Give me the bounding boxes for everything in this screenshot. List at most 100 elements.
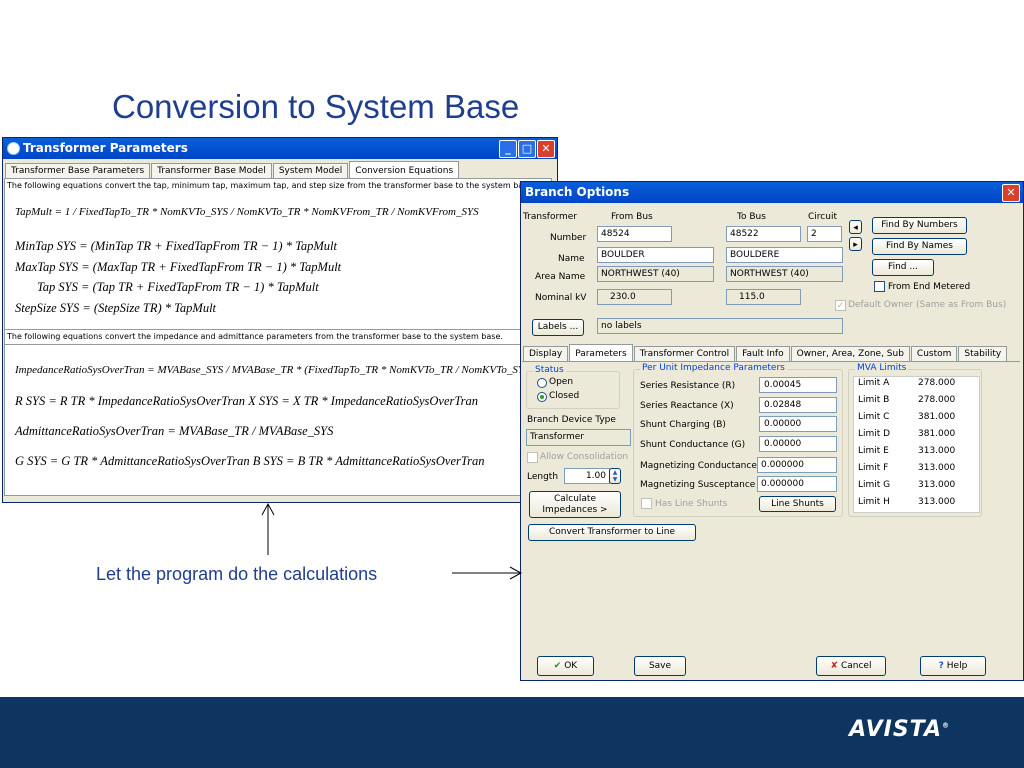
- tab-owner-area-zone-sub[interactable]: Owner, Area, Zone, Sub: [790, 346, 910, 361]
- limit-g-value[interactable]: 313.000: [918, 480, 955, 490]
- limit-f-value[interactable]: 313.000: [918, 463, 955, 473]
- to-nominal-kv-field: 115.0: [726, 289, 801, 305]
- to-bus-number-field[interactable]: 48522: [726, 226, 801, 242]
- tap-conversion-note: The following equations convert the tap,…: [7, 181, 522, 190]
- maximize-icon[interactable]: □: [518, 140, 536, 158]
- convert-transformer-to-line-button[interactable]: Convert Transformer to Line: [528, 524, 696, 541]
- length-label: Length: [527, 472, 559, 482]
- up-arrow-head: [261, 502, 275, 516]
- tab-parameters[interactable]: Parameters: [569, 344, 633, 361]
- status-open-label: Open: [549, 377, 574, 387]
- from-bus-number-field[interactable]: 48524: [597, 226, 672, 242]
- series-reactance-field[interactable]: 0.02848: [759, 397, 837, 413]
- question-icon: ?: [938, 661, 944, 671]
- length-field[interactable]: 1.00: [564, 468, 610, 484]
- from-end-metered-label: From End Metered: [888, 282, 971, 292]
- limit-f-label: Limit F: [858, 463, 889, 473]
- branch-tabs: Display Parameters Transformer Control Faul…: [523, 343, 1008, 361]
- transformer-tabs: Transformer Base Parameters Transformer B…: [5, 160, 460, 178]
- tab-conversion-equations[interactable]: Conversion Equations: [349, 161, 460, 178]
- next-branch-button[interactable]: ▸: [849, 237, 862, 251]
- limit-h-value[interactable]: 313.000: [918, 497, 955, 507]
- limit-e-label: Limit E: [858, 446, 889, 456]
- shunt-conductance-field[interactable]: 0.00000: [759, 436, 837, 452]
- limit-a-value[interactable]: 278.000: [918, 378, 955, 388]
- magnetizing-conductance-field[interactable]: 0.000000: [757, 457, 837, 473]
- from-end-metered-checkbox[interactable]: [874, 281, 885, 292]
- labels-button[interactable]: Labels ...: [532, 319, 584, 336]
- tab-custom[interactable]: Custom: [910, 346, 958, 361]
- ok-button[interactable]: ✔ OK: [537, 656, 594, 676]
- calculate-label-line1: Calculate: [553, 494, 597, 504]
- tab-transformer-control[interactable]: Transformer Control: [633, 346, 736, 361]
- cancel-button[interactable]: ✘ Cancel: [816, 656, 886, 676]
- equation-mintap: MinTap SYS = (MinTap TR + FixedTapFrom T…: [15, 239, 337, 253]
- footer-bar: AVISTA®: [0, 697, 1024, 768]
- shunt-charging-field[interactable]: 0.00000: [759, 416, 837, 432]
- to-bus-name-field[interactable]: BOULDERE: [726, 247, 843, 263]
- app-icon: [7, 142, 20, 155]
- allow-consolidation-checkbox: [527, 452, 538, 463]
- prev-branch-button[interactable]: ◂: [849, 220, 862, 234]
- default-owner-label: Default Owner (Same as From Bus): [848, 300, 1007, 310]
- limit-h-label: Limit H: [858, 497, 890, 507]
- logo-text: AVISTA: [849, 717, 942, 742]
- find-by-numbers-button[interactable]: Find By Numbers: [872, 217, 967, 234]
- find-by-names-button[interactable]: Find By Names: [872, 238, 967, 255]
- slide-title: Conversion to System Base: [112, 88, 520, 125]
- tab-stability[interactable]: Stability: [958, 346, 1008, 361]
- calculate-label-line2: Impedances >: [542, 505, 608, 515]
- has-line-shunts-label: Has Line Shunts: [655, 499, 728, 509]
- from-bus-header: From Bus: [611, 212, 653, 222]
- tab-system-model[interactable]: System Model: [272, 163, 349, 178]
- status-open-radio[interactable]: [537, 378, 547, 388]
- limit-b-value[interactable]: 278.000: [918, 395, 955, 405]
- length-spinner[interactable]: ▲ ▼: [609, 468, 621, 484]
- from-bus-name-field[interactable]: BOULDER: [597, 247, 714, 263]
- magnetizing-susceptance-field[interactable]: 0.000000: [757, 476, 837, 492]
- equation-g-b: G SYS = G TR * AdmittanceRatioSysOverTra…: [15, 454, 485, 468]
- limit-b-label: Limit B: [858, 395, 890, 405]
- equation-maxtap: MaxTap SYS = (MaxTap TR + FixedTapFrom T…: [15, 260, 342, 274]
- from-nominal-kv-field: 230.0: [597, 289, 672, 305]
- series-reactance-label: Series Reactance (X): [640, 401, 734, 411]
- allow-consolidation-label: Allow Consolidation: [540, 452, 629, 462]
- branch-window-titlebar[interactable]: Branch Options ✕: [521, 182, 1023, 203]
- cancel-label: Cancel: [840, 661, 872, 671]
- tab-fault-info[interactable]: Fault Info: [736, 346, 790, 361]
- magnetizing-susceptance-label: Magnetizing Susceptance: [640, 480, 756, 490]
- limit-d-value[interactable]: 381.000: [918, 429, 955, 439]
- has-line-shunts-checkbox: [641, 498, 652, 509]
- to-bus-header: To Bus: [737, 212, 766, 222]
- tab-display[interactable]: Display: [523, 346, 569, 361]
- close-icon[interactable]: ✕: [537, 140, 555, 158]
- transformer-window-title: Transformer Parameters: [23, 141, 188, 155]
- shunt-conductance-label: Shunt Conductance (G): [640, 440, 746, 450]
- limit-e-value[interactable]: 313.000: [918, 446, 955, 456]
- equation-tap: Tap SYS = (Tap TR + FixedTapFrom TR − 1)…: [37, 280, 319, 294]
- branch-device-type-label: Branch Device Type: [527, 415, 616, 425]
- calculate-impedances-button[interactable]: Calculate Impedances >: [529, 491, 621, 518]
- branch-device-type-field: Transformer: [526, 429, 631, 446]
- find-button[interactable]: Find ...: [872, 259, 934, 276]
- save-button[interactable]: Save: [634, 656, 686, 676]
- status-closed-radio[interactable]: [537, 392, 547, 402]
- impedance-conversion-note: The following equations convert the impe…: [7, 332, 503, 341]
- close-icon[interactable]: ✕: [1002, 184, 1020, 202]
- mva-limits-legend: MVA Limits: [855, 363, 909, 373]
- limit-c-value[interactable]: 381.000: [918, 412, 955, 422]
- shunt-charging-label: Shunt Charging (B): [640, 420, 726, 430]
- transformer-window-titlebar[interactable]: Transformer Parameters _ □ ✕: [3, 138, 557, 159]
- minimize-icon[interactable]: _: [499, 140, 517, 158]
- checkmark-icon: ✔: [553, 661, 562, 671]
- limit-d-label: Limit D: [858, 429, 891, 439]
- line-shunts-button[interactable]: Line Shunts: [759, 496, 836, 512]
- help-button[interactable]: ? Help: [920, 656, 986, 676]
- circuit-field[interactable]: 2: [807, 226, 842, 242]
- equation-r-x: R SYS = R TR * ImpedanceRatioSysOverTran…: [15, 394, 479, 408]
- nominal-kv-label: Nominal kV: [535, 293, 587, 303]
- tab-transformer-base-model[interactable]: Transformer Base Model: [151, 163, 272, 178]
- magnetizing-conductance-label: Magnetizing Conductance: [640, 461, 757, 471]
- tab-transformer-base-parameters[interactable]: Transformer Base Parameters: [5, 163, 151, 178]
- series-resistance-field[interactable]: 0.00045: [759, 377, 837, 393]
